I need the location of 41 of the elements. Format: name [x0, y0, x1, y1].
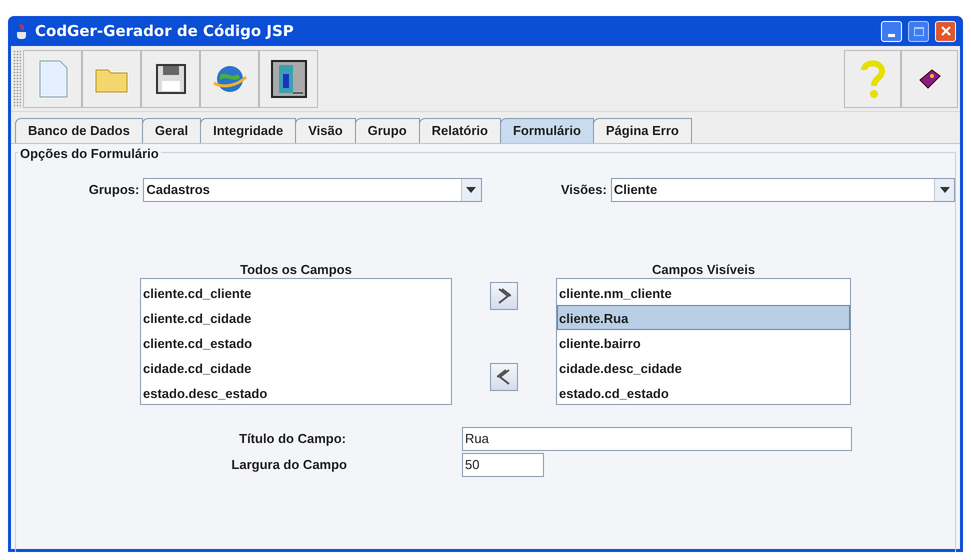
list-item[interactable]: estado.cd_estado: [557, 380, 850, 404]
list-item[interactable]: estado.desc_estado: [141, 380, 451, 404]
dropdown-arrow-icon: [940, 186, 950, 192]
field-title-label: Título do Campo:: [238, 430, 346, 448]
groups-dropdown[interactable]: Cadastros: [143, 178, 482, 202]
toolbar-grip[interactable]: [13, 50, 21, 108]
save-button[interactable]: [141, 50, 200, 108]
globe-button[interactable]: [200, 50, 259, 108]
tab[interactable]: Banco de Dados: [15, 118, 143, 143]
views-label: Visões:: [560, 180, 608, 199]
exit-door-button[interactable]: [259, 50, 318, 108]
list-item[interactable]: cidade.cd_cidade: [141, 354, 451, 380]
list-item[interactable]: cliente.Rua: [557, 304, 850, 330]
minimize-button[interactable]: [881, 20, 902, 42]
views-dropdown[interactable]: Cliente: [610, 178, 955, 202]
remove-field-button[interactable]: [490, 362, 518, 390]
list-item[interactable]: cliente.bairro: [557, 330, 850, 354]
question-mark-icon: [860, 58, 886, 100]
list-item[interactable]: cliente.cd_cliente: [141, 280, 451, 304]
list-item[interactable]: cliente.nm_cliente: [557, 280, 850, 304]
field-width-input[interactable]: 50: [462, 452, 544, 476]
field-width-label: Largura do Campo: [230, 456, 347, 474]
field-title-input[interactable]: Rua: [462, 426, 852, 450]
list-title: Todos os Campos: [240, 260, 352, 278]
document-icon: [38, 60, 68, 98]
window-title: CodGer-Gerador de Código JSP: [35, 20, 294, 42]
add-field-button[interactable]: [490, 282, 518, 310]
list-item[interactable]: cidade.desc_cidade: [557, 354, 850, 380]
maximize-button[interactable]: [908, 20, 929, 42]
groups-label: Grupos:: [88, 180, 140, 199]
tab[interactable]: Página Erro: [592, 118, 692, 143]
tab[interactable]: Formulário: [500, 118, 594, 143]
list-item[interactable]: cliente.cd_estado: [141, 330, 451, 354]
door-icon: [270, 60, 306, 98]
java-cup-icon: [15, 23, 29, 39]
list-item[interactable]: cliente.cd_cidade: [141, 304, 451, 330]
list-title: Campos Visíveis: [652, 260, 756, 278]
dropdown-arrow-icon: [466, 186, 476, 192]
close-icon: [940, 25, 952, 37]
close-button[interactable]: [935, 20, 956, 42]
book-button[interactable]: [901, 50, 958, 108]
